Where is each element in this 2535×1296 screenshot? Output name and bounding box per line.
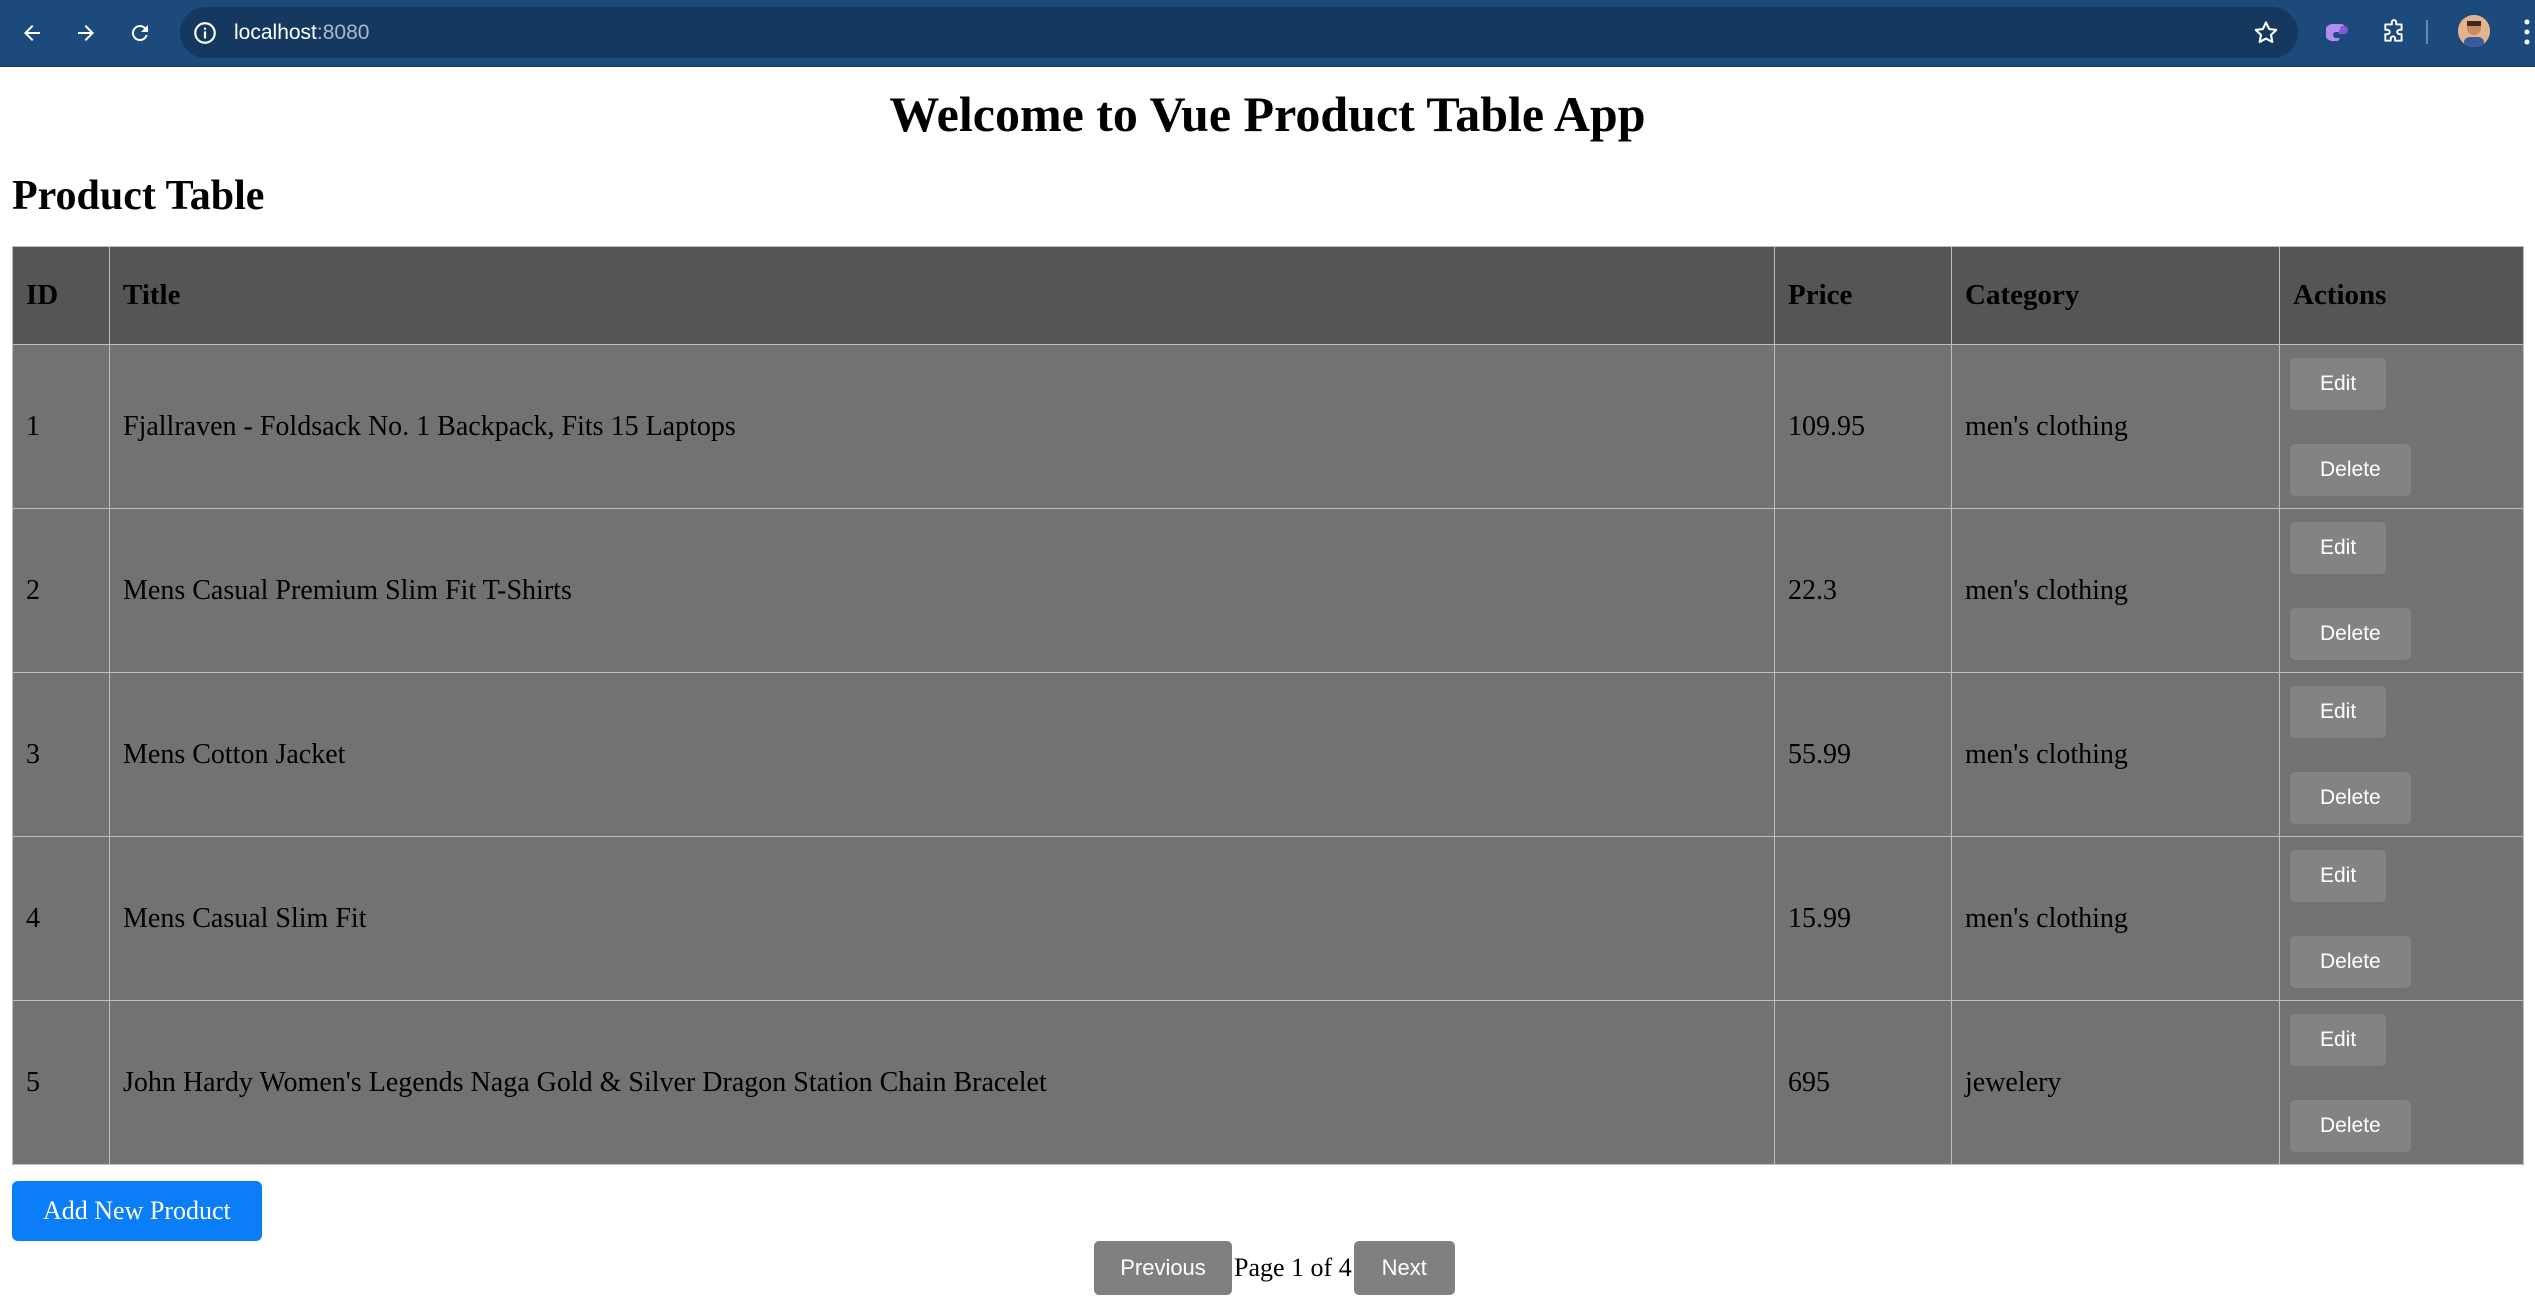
cell-actions: Edit Delete xyxy=(2279,508,2524,673)
cell-category: men's clothing xyxy=(1951,836,2280,1001)
cell-category: men's clothing xyxy=(1951,672,2280,837)
previous-page-button[interactable]: Previous xyxy=(1094,1241,1232,1295)
cell-price: 55.99 xyxy=(1774,672,1952,837)
pagination: Previous Page 1 of 4 Next xyxy=(1094,1241,1455,1295)
edit-button[interactable]: Edit xyxy=(2290,357,2387,410)
cell-id: 1 xyxy=(12,344,110,509)
cell-id: 4 xyxy=(12,836,110,1001)
app-title: Welcome to Vue Product Table App xyxy=(889,86,1646,142)
cell-id: 5 xyxy=(12,1000,110,1165)
cell-id: 2 xyxy=(12,508,110,673)
bookmark-star-icon[interactable] xyxy=(2252,19,2280,47)
cell-category: jewelery xyxy=(1951,1000,2280,1165)
cell-price: 109.95 xyxy=(1774,344,1952,509)
cell-actions: Edit Delete xyxy=(2279,672,2524,837)
cell-price: 22.3 xyxy=(1774,508,1952,673)
cell-price: 15.99 xyxy=(1774,836,1952,1001)
column-header-category: Category xyxy=(1951,246,2280,345)
profile-avatar[interactable] xyxy=(2458,15,2490,47)
table-header-row: ID Title Price Category Actions xyxy=(12,246,2524,345)
delete-button[interactable]: Delete xyxy=(2290,607,2411,660)
table-row: 1 Fjallraven - Foldsack No. 1 Backpack, … xyxy=(12,344,2524,509)
toolbar-divider xyxy=(2426,20,2428,44)
reload-icon[interactable] xyxy=(122,15,158,51)
copilot-icon[interactable] xyxy=(2322,16,2354,48)
cell-actions: Edit Delete xyxy=(2279,344,2524,509)
column-header-id: ID xyxy=(12,246,110,345)
edit-button[interactable]: Edit xyxy=(2290,685,2387,738)
cell-price: 695 xyxy=(1774,1000,1952,1165)
product-table: ID Title Price Category Actions 1 Fjallr… xyxy=(12,246,2524,1165)
cell-title: John Hardy Women's Legends Naga Gold & S… xyxy=(109,1000,1775,1165)
cell-title: Fjallraven - Foldsack No. 1 Backpack, Fi… xyxy=(109,344,1775,509)
more-menu-icon[interactable] xyxy=(2520,17,2534,47)
cell-title: Mens Cotton Jacket xyxy=(109,672,1775,837)
add-new-product-button[interactable]: Add New Product xyxy=(12,1181,262,1241)
table-title: Product Table xyxy=(12,173,265,219)
column-header-actions: Actions xyxy=(2279,246,2524,345)
table-row: 4 Mens Casual Slim Fit 15.99 men's cloth… xyxy=(12,836,2524,1001)
extensions-icon[interactable] xyxy=(2378,16,2410,48)
forward-icon[interactable] xyxy=(68,15,104,51)
delete-button[interactable]: Delete xyxy=(2290,771,2411,824)
edit-button[interactable]: Edit xyxy=(2290,521,2387,574)
cell-title: Mens Casual Slim Fit xyxy=(109,836,1775,1001)
address-bar[interactable]: localhost:8080 xyxy=(180,7,2298,58)
site-info-icon[interactable] xyxy=(192,20,218,46)
table-row: 5 John Hardy Women's Legends Naga Gold &… xyxy=(12,1000,2524,1165)
back-icon[interactable] xyxy=(14,15,50,51)
cell-title: Mens Casual Premium Slim Fit T-Shirts xyxy=(109,508,1775,673)
delete-button[interactable]: Delete xyxy=(2290,443,2411,496)
delete-button[interactable]: Delete xyxy=(2290,935,2411,988)
cell-actions: Edit Delete xyxy=(2279,836,2524,1001)
browser-toolbar: localhost:8080 xyxy=(0,0,2535,67)
edit-button[interactable]: Edit xyxy=(2290,1013,2387,1066)
cell-category: men's clothing xyxy=(1951,508,2280,673)
edit-button[interactable]: Edit xyxy=(2290,849,2387,902)
page-indicator: Page 1 of 4 xyxy=(1234,1253,1352,1282)
cell-category: men's clothing xyxy=(1951,344,2280,509)
delete-button[interactable]: Delete xyxy=(2290,1099,2411,1152)
table-row: 3 Mens Cotton Jacket 55.99 men's clothin… xyxy=(12,672,2524,837)
cell-id: 3 xyxy=(12,672,110,837)
url-text: localhost:8080 xyxy=(234,21,370,44)
column-header-price: Price xyxy=(1774,246,1952,345)
column-header-title: Title xyxy=(109,246,1775,345)
table-row: 2 Mens Casual Premium Slim Fit T-Shirts … xyxy=(12,508,2524,673)
cell-actions: Edit Delete xyxy=(2279,1000,2524,1165)
next-page-button[interactable]: Next xyxy=(1353,1241,1455,1295)
